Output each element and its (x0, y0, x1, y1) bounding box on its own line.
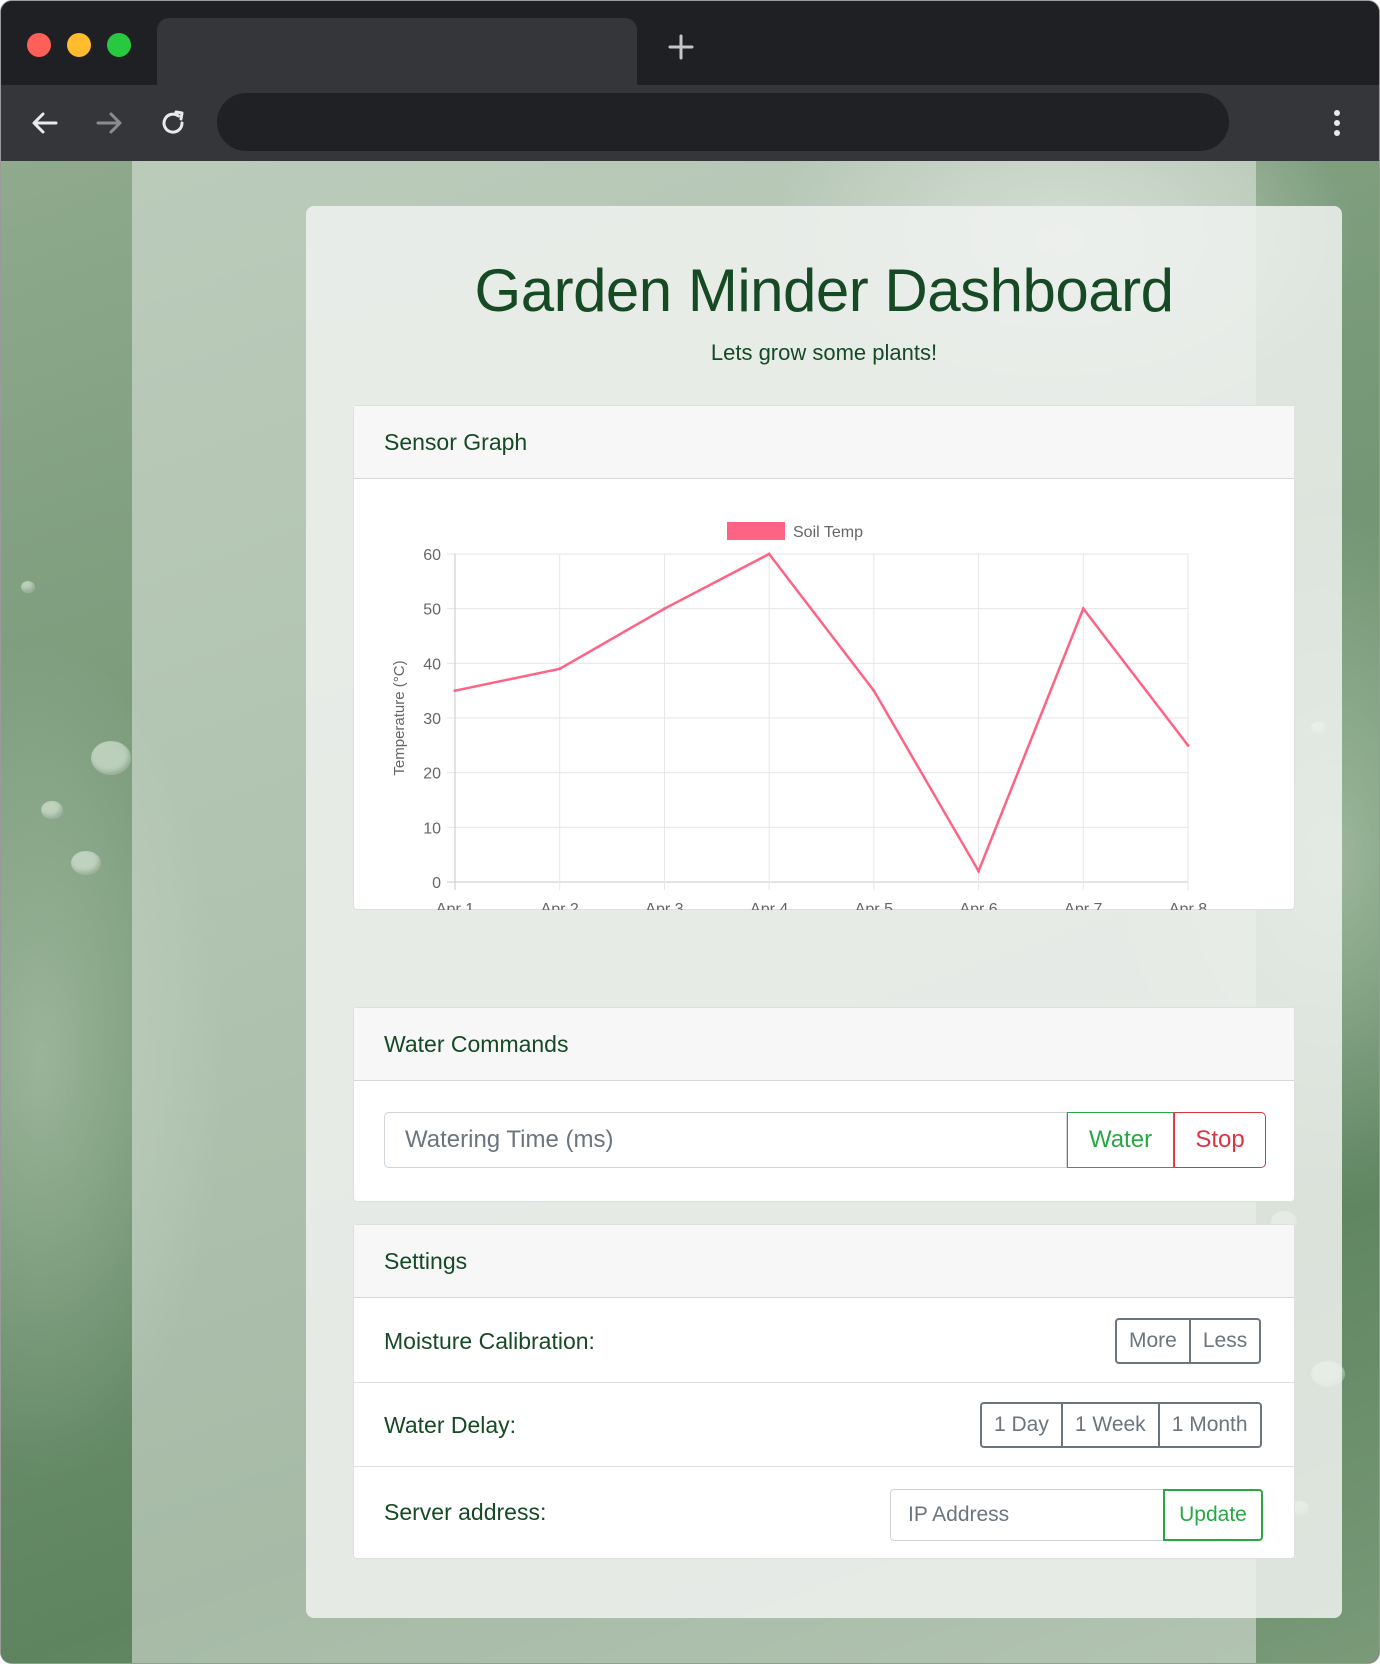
y-axis-label: Temperature (°C) (391, 660, 408, 775)
minimize-window-button[interactable] (67, 33, 91, 57)
delay-1-week-button[interactable]: 1 Week (1060, 1402, 1160, 1448)
sensor-graph-card: Sensor Graph 0 10 20 30 40 50 60 Apr 1 Apr 2 Apr … (353, 405, 1295, 910)
watering-time-input[interactable] (384, 1112, 1067, 1168)
close-window-button[interactable] (27, 33, 51, 57)
series-line (454, 552, 1189, 874)
moisture-calibration-label: Moisture Calibration: (384, 1327, 595, 1354)
water-commands-header: Water Commands (354, 1008, 1294, 1081)
settings-card: Settings Moisture Calibration: More Less… (353, 1224, 1295, 1559)
legend-label: Soil Temp (793, 524, 863, 541)
water-drop-decoration (41, 801, 63, 819)
stop-button[interactable]: Stop (1174, 1112, 1266, 1168)
delay-1-day-button[interactable]: 1 Day (980, 1402, 1063, 1448)
y-tick-label: 0 (432, 875, 441, 892)
back-arrow-icon[interactable] (25, 103, 65, 143)
legend-swatch (727, 522, 785, 540)
tab-bar (1, 1, 1379, 85)
data-point (977, 869, 981, 873)
dashboard-jumbotron: Garden Minder Dashboard Lets grow some p… (306, 206, 1342, 1618)
page-viewport: Garden Minder Dashboard Lets grow some p… (1, 161, 1379, 1663)
water-commands-card: Water Commands Water Stop (353, 1007, 1295, 1202)
y-tick-label: 50 (423, 602, 441, 619)
page-container: Garden Minder Dashboard Lets grow some p… (132, 161, 1342, 1663)
x-tick-label: Apr 3 (645, 901, 683, 910)
water-delay-buttons: 1 Day 1 Week 1 Month (980, 1402, 1262, 1448)
water-drop-decoration (71, 851, 101, 875)
server-address-label: Server address: (384, 1498, 547, 1525)
data-point (872, 689, 876, 693)
moisture-more-button[interactable]: More (1115, 1318, 1191, 1364)
data-point (558, 667, 562, 671)
delay-1-month-button[interactable]: 1 Month (1157, 1402, 1262, 1448)
y-tick-label: 20 (423, 766, 441, 783)
browser-window: Garden Minder Dashboard Lets grow some p… (0, 0, 1380, 1664)
x-tick-label: Apr 6 (959, 901, 997, 910)
y-tick-label: 10 (423, 820, 441, 837)
kebab-menu-icon[interactable] (1317, 103, 1357, 143)
ip-address-input[interactable] (890, 1489, 1164, 1541)
y-tick-label: 60 (423, 547, 441, 564)
browser-tab[interactable] (157, 18, 637, 85)
sensor-chart: 0 10 20 30 40 50 60 Apr 1 Apr 2 Apr 3 Apr 4 Apr 5 Ap… (391, 522, 1207, 910)
water-delay-row: Water Delay: 1 Day 1 Week 1 Month (354, 1383, 1294, 1467)
water-drop-decoration (91, 741, 131, 775)
address-bar[interactable] (217, 93, 1229, 151)
reload-icon[interactable] (153, 103, 193, 143)
forward-arrow-icon[interactable] (89, 103, 129, 143)
update-button[interactable]: Update (1163, 1489, 1263, 1541)
moisture-calibration-buttons: More Less (1115, 1318, 1262, 1364)
data-point (1081, 607, 1085, 611)
sensor-graph-header: Sensor Graph (354, 406, 1294, 479)
data-point (453, 689, 457, 693)
water-button[interactable]: Water (1067, 1112, 1174, 1168)
data-point (662, 607, 666, 611)
page-subtitle: Lets grow some plants! (710, 340, 938, 365)
browser-toolbar (1, 85, 1379, 161)
x-tick-label: Apr 4 (750, 901, 788, 910)
x-tick-label: Apr 7 (1064, 901, 1102, 910)
data-point (1186, 743, 1190, 747)
water-drop-decoration (21, 581, 35, 593)
moisture-less-button[interactable]: Less (1188, 1318, 1262, 1364)
x-tick-label: Apr 5 (855, 901, 893, 910)
water-delay-label: Water Delay: (384, 1411, 517, 1438)
maximize-window-button[interactable] (107, 33, 131, 57)
plus-icon[interactable] (665, 31, 697, 63)
y-tick-label: 30 (423, 711, 441, 728)
moisture-calibration-row: Moisture Calibration: More Less (354, 1299, 1294, 1383)
page-title: Garden Minder Dashboard (474, 257, 1174, 324)
water-input-group: Water Stop (384, 1112, 1266, 1168)
x-tick-label: Apr 1 (436, 901, 474, 910)
data-point (767, 552, 771, 556)
server-address-row: Server address: Update (354, 1470, 1294, 1558)
x-tick-label: Apr 2 (541, 901, 579, 910)
x-tick-label: Apr 8 (1169, 901, 1207, 910)
settings-header: Settings (354, 1225, 1294, 1298)
y-tick-label: 40 (423, 656, 441, 673)
